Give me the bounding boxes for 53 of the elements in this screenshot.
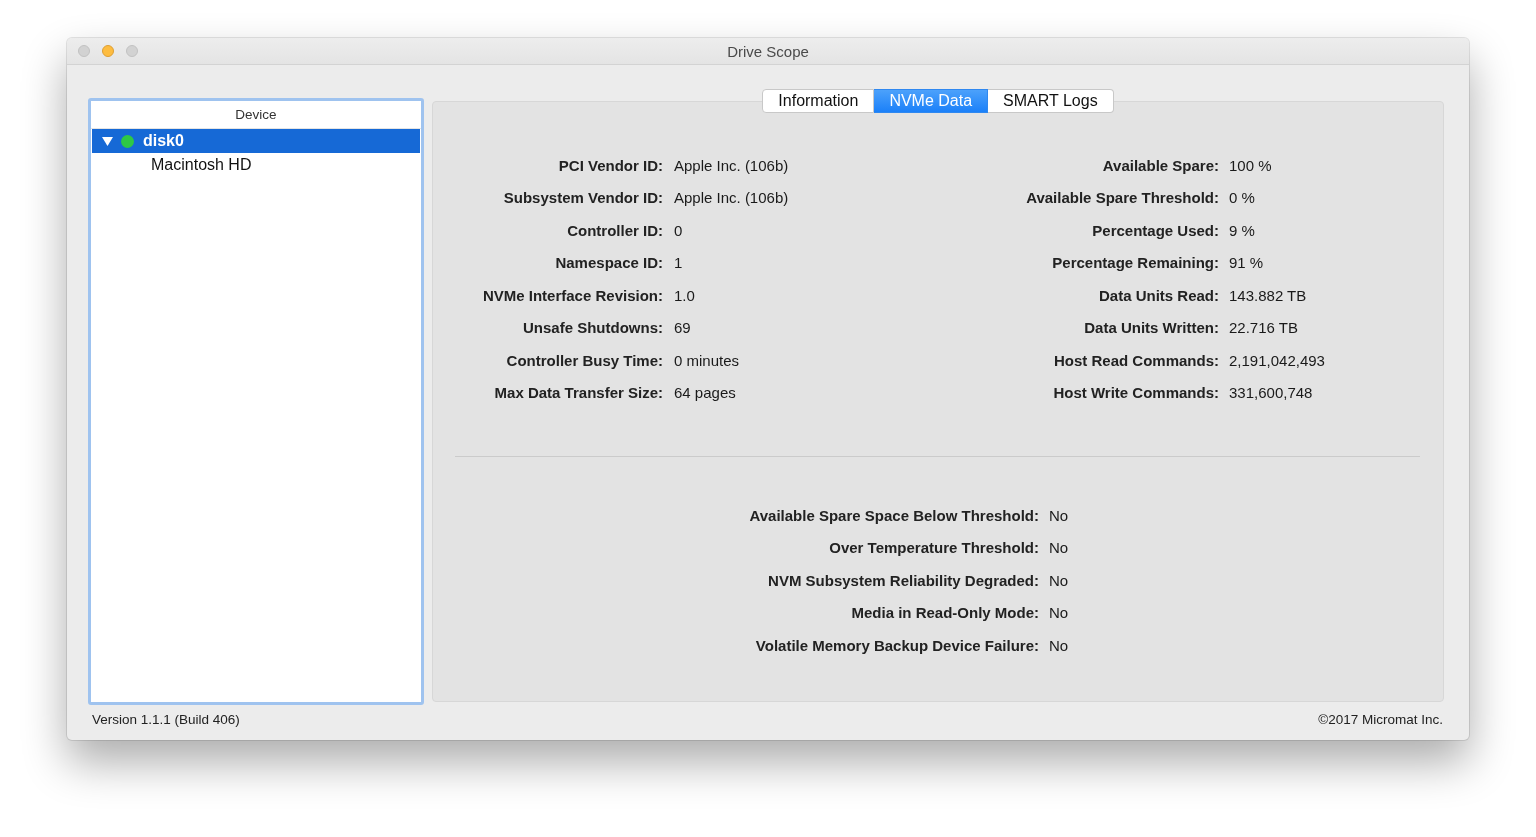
- field-value: 22.716 TB: [1229, 319, 1298, 337]
- field-value: 0 %: [1229, 189, 1255, 207]
- field-label: Unsafe Shutdowns:: [523, 319, 663, 337]
- field-label: Media in Read-Only Mode:: [851, 604, 1039, 622]
- field-label: Data Units Written:: [1084, 319, 1219, 337]
- tab[interactable]: Information: [762, 89, 875, 113]
- copyright-label: ©2017 Micromat Inc.: [1318, 711, 1443, 729]
- tree-row[interactable]: disk0: [92, 129, 420, 153]
- field-label: Host Read Commands:: [1053, 351, 1219, 369]
- field-value: No: [1049, 571, 1069, 589]
- field-value: Apple Inc. (106b): [674, 156, 789, 174]
- field-label: Data Units Read:: [1098, 286, 1219, 304]
- field-value: 1: [674, 254, 683, 272]
- field-value: No: [1049, 539, 1069, 557]
- field-value: 331,600,748: [1229, 384, 1313, 402]
- field-value: 69: [674, 319, 691, 337]
- tab[interactable]: SMART Logs: [988, 89, 1114, 113]
- minimize-button[interactable]: [102, 45, 114, 57]
- field-value: 143.882 TB: [1229, 286, 1307, 304]
- field-value: 0: [674, 221, 683, 239]
- field-label: Controller ID:: [567, 221, 663, 239]
- field-value: 9 %: [1229, 221, 1255, 239]
- field-value: No: [1049, 604, 1069, 622]
- zoom-button[interactable]: [126, 45, 138, 57]
- field-value: No: [1049, 506, 1069, 524]
- field-value: Apple Inc. (106b): [674, 189, 789, 207]
- field-label: Controller Busy Time:: [506, 351, 663, 369]
- tree-row[interactable]: Macintosh HD: [92, 153, 420, 177]
- field-value: No: [1049, 636, 1069, 654]
- field-label: NVMe Interface Revision:: [482, 286, 663, 304]
- field-value: 0 minutes: [674, 351, 740, 369]
- disclosure-triangle-icon[interactable]: [102, 136, 113, 146]
- field-label: Over Temperature Threshold:: [829, 539, 1039, 557]
- field-label: Available Spare:: [1102, 156, 1219, 174]
- field-value: 64 pages: [674, 384, 736, 402]
- field-value: 100 %: [1229, 156, 1272, 174]
- field-label: Host Write Commands:: [1053, 384, 1219, 402]
- field-label: Volatile Memory Backup Device Failure:: [755, 636, 1039, 654]
- window-title: Drive Scope: [727, 42, 809, 60]
- field-value: 1.0: [674, 286, 695, 304]
- version-label: Version 1.1.1 (Build 406): [92, 711, 240, 729]
- close-button[interactable]: [78, 45, 90, 57]
- field-value: 2,191,042,493: [1229, 351, 1325, 369]
- field-label: Subsystem Vendor ID:: [503, 189, 663, 207]
- field-label: Percentage Remaining:: [1052, 254, 1219, 272]
- field-label: Available Spare Threshold:: [1026, 189, 1219, 207]
- field-label: Percentage Used:: [1092, 221, 1219, 239]
- field-value: 91 %: [1229, 254, 1264, 272]
- field-label: PCI Vendor ID:: [558, 156, 663, 174]
- field-label: Namespace ID:: [555, 254, 663, 272]
- field-label: NVM Subsystem Reliability Degraded:: [768, 571, 1039, 589]
- field-label: Max Data Transfer Size:: [494, 384, 663, 402]
- field-label: Available Spare Space Below Threshold:: [749, 506, 1039, 524]
